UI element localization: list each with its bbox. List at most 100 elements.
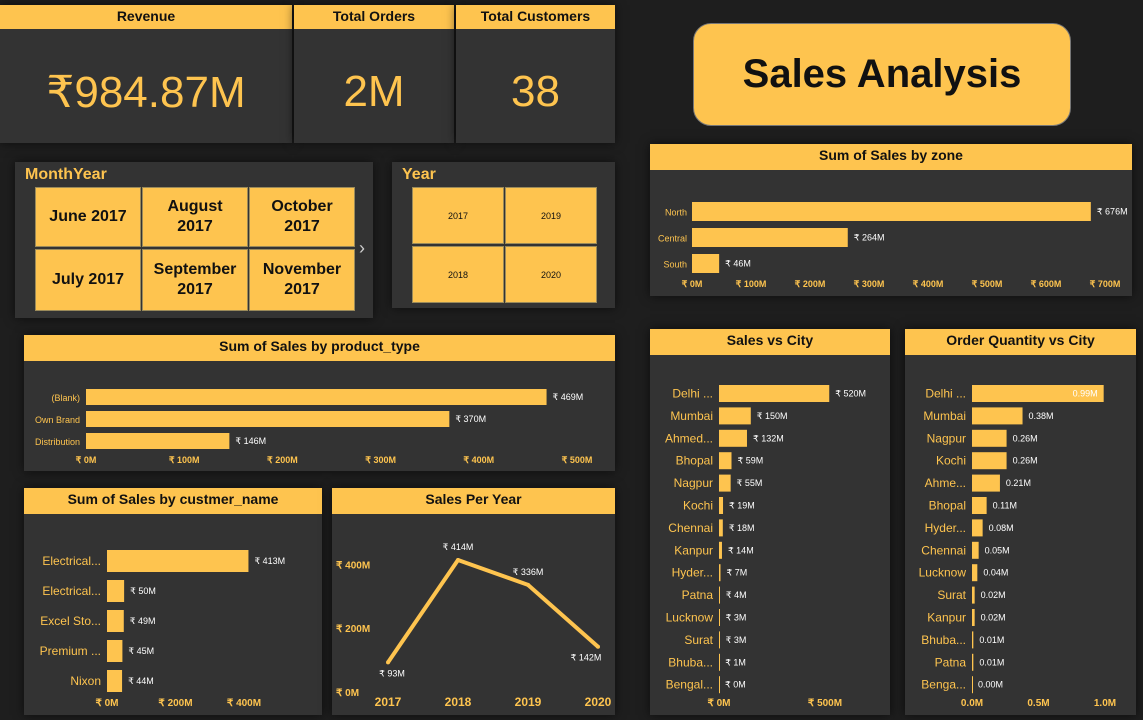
bar[interactable] xyxy=(719,407,751,425)
bar[interactable] xyxy=(719,385,830,402)
data-label: ₹ 44M xyxy=(128,676,154,686)
chart-sales-by-zone: Sum of Sales by zone North ₹ 676M Central ₹… xyxy=(650,144,1132,296)
bar[interactable] xyxy=(972,564,978,582)
bar[interactable] xyxy=(972,586,975,604)
slicer-month-august-2017[interactable]: August 2017 xyxy=(142,187,248,247)
data-label: 0.21M xyxy=(1006,478,1031,488)
category-label: Lucknow xyxy=(666,611,714,625)
series-line[interactable] xyxy=(386,558,600,664)
category-label: Hyder... xyxy=(925,521,966,535)
category-label: (Blank) xyxy=(51,393,80,403)
bar[interactable] xyxy=(107,670,123,692)
bar[interactable] xyxy=(692,254,720,273)
category-label: Delhi ... xyxy=(925,387,966,401)
category-label: Bhuba... xyxy=(668,655,713,669)
data-label: ₹ 19M xyxy=(729,501,755,511)
kpi-orders-card: Total Orders 2M xyxy=(294,5,454,143)
bar[interactable] xyxy=(972,429,1007,447)
bar[interactable] xyxy=(107,610,124,632)
data-label: ₹ 132M xyxy=(753,433,784,443)
slicer-month-june-2017[interactable]: June 2017 xyxy=(35,187,141,247)
axis-tick-label: ₹ 500M xyxy=(562,455,593,465)
data-label: 0.05M xyxy=(985,545,1010,555)
axis-tick-label: 0.5M xyxy=(1027,698,1049,709)
bar[interactable] xyxy=(972,497,987,514)
slicer-year-2019[interactable]: 2019 xyxy=(505,187,597,244)
bar[interactable] xyxy=(719,497,724,514)
slicer-month-september-2017[interactable]: September 2017 xyxy=(142,249,248,311)
data-label: 0.01M xyxy=(979,657,1004,667)
data-label: ₹ 3M xyxy=(726,635,747,645)
data-label: 0.11M xyxy=(993,501,1017,511)
data-label: 0.00M xyxy=(978,680,1003,690)
slicer-year-2017[interactable]: 2017 xyxy=(412,187,504,244)
bar[interactable] xyxy=(719,631,720,649)
slicer-year-2020[interactable]: 2020 xyxy=(505,246,597,303)
axis-tick-label: 2020 xyxy=(585,695,612,709)
axis-tick-label: ₹ 0M xyxy=(707,698,730,709)
data-label: 0.26M xyxy=(1013,456,1038,466)
data-point[interactable] xyxy=(596,644,600,649)
bar[interactable] xyxy=(972,407,1023,425)
bar[interactable] xyxy=(719,452,732,470)
data-label: ₹ 264M xyxy=(854,233,885,243)
data-label: 0.26M xyxy=(1013,433,1038,443)
bar[interactable] xyxy=(86,433,230,449)
category-label: Nagpur xyxy=(674,476,713,490)
bar[interactable] xyxy=(972,676,973,694)
bar[interactable] xyxy=(719,653,720,671)
kpi-customers-label: Total Customers xyxy=(456,5,615,29)
data-point[interactable] xyxy=(386,660,390,665)
bar[interactable] xyxy=(692,202,1091,221)
axis-tick-label: ₹ 300M xyxy=(854,279,885,289)
bar[interactable] xyxy=(107,640,123,662)
bar[interactable] xyxy=(972,452,1007,470)
kpi-revenue-label: Revenue xyxy=(0,5,292,29)
bar[interactable] xyxy=(972,541,979,559)
axis-tick-label: ₹ 500M xyxy=(808,698,842,709)
bar[interactable] xyxy=(719,676,720,694)
category-label: Ahme... xyxy=(925,476,966,490)
bar[interactable] xyxy=(719,541,722,559)
axis-tick-label: 0.0M xyxy=(961,698,983,709)
bar[interactable] xyxy=(972,609,975,626)
bar[interactable] xyxy=(86,389,547,405)
data-label: ₹ 46M xyxy=(725,259,751,269)
bar[interactable] xyxy=(972,519,983,537)
slicer-month-october-2017[interactable]: October 2017 xyxy=(249,187,355,247)
axis-tick-label: ₹ 0M xyxy=(76,455,97,465)
slicer-month-july-2017[interactable]: July 2017 xyxy=(35,249,141,311)
data-label: ₹ 413M xyxy=(254,556,285,566)
data-point[interactable] xyxy=(456,558,460,562)
chart-sales-by-product-type-svg: (Blank) ₹ 469M Own Brand ₹ 370M Distribution… xyxy=(35,389,593,465)
axis-tick-label: ₹ 400M xyxy=(913,279,944,289)
chart-sales-by-product-type: Sum of Sales by product_type (Blank) ₹ 46… xyxy=(24,335,615,471)
bar[interactable] xyxy=(972,474,1000,492)
data-label: 0.99M xyxy=(1073,389,1098,399)
bar[interactable] xyxy=(86,411,450,427)
slicer-year-2018[interactable]: 2018 xyxy=(412,246,504,303)
bar[interactable] xyxy=(107,550,249,572)
data-label: ₹ 520M xyxy=(835,389,866,399)
chart-order-quantity-vs-city: Order Quantity vs City Delhi ... 0.99M Mum… xyxy=(905,329,1136,715)
bar[interactable] xyxy=(719,564,721,582)
category-label: South xyxy=(663,260,687,270)
category-label: Delhi ... xyxy=(672,387,713,401)
data-label: ₹ 414M xyxy=(443,542,474,552)
bar[interactable] xyxy=(719,586,720,604)
year-slicer: Year 2017 2019 2018 2020 xyxy=(392,162,615,308)
bar[interactable] xyxy=(719,429,747,447)
bar[interactable] xyxy=(719,474,731,492)
bar[interactable] xyxy=(692,228,848,247)
bar[interactable] xyxy=(972,653,974,671)
kpi-revenue-value: ₹984.87M xyxy=(46,68,246,117)
data-point[interactable] xyxy=(526,582,530,587)
slicer-month-november-2017[interactable]: November 2017 xyxy=(249,249,355,311)
category-label: Hyder... xyxy=(672,566,713,580)
chart-sales-by-customer: Sum of Sales by custmer_name Electrical.… xyxy=(24,488,322,715)
bar[interactable] xyxy=(972,631,974,649)
bar[interactable] xyxy=(107,580,125,602)
chevron-right-icon[interactable]: › xyxy=(359,238,365,259)
bar[interactable] xyxy=(719,609,720,626)
bar[interactable] xyxy=(719,519,723,537)
